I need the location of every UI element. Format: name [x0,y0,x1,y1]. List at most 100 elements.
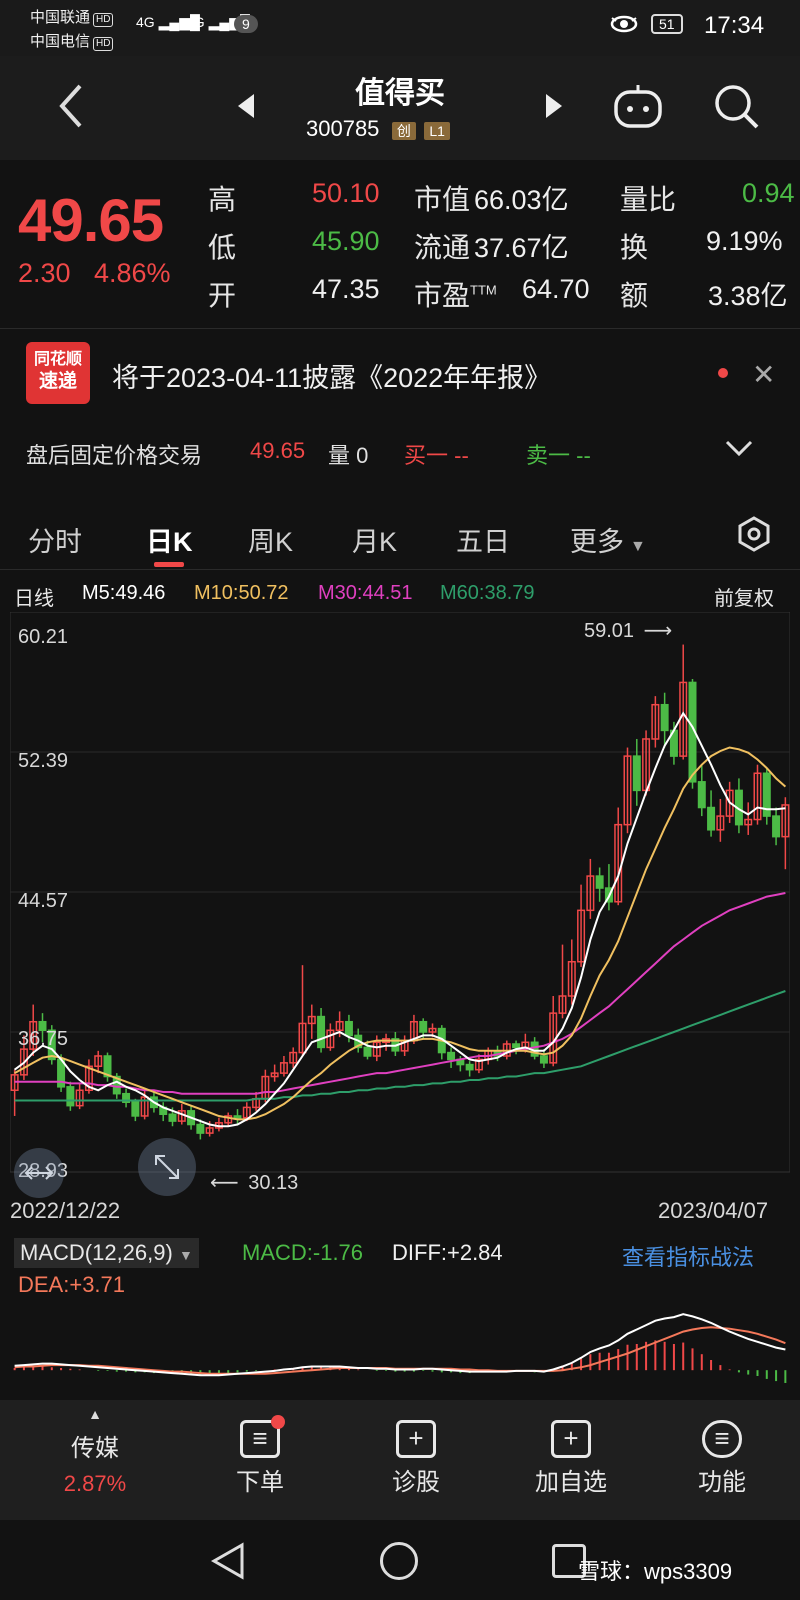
ma60-value: M60:38.79 [440,582,535,604]
date-end: 2023/04/07 [658,1198,769,1223]
home-icon[interactable] [380,1542,418,1580]
close-icon[interactable]: ✕ [752,358,775,391]
mcap-label: 市值 [414,184,471,215]
candle-body [595,875,604,889]
sector-button[interactable]: ▲ 传媒 2.87% [40,1400,150,1497]
back-triangle-icon[interactable] [210,1542,246,1580]
zoom-icon[interactable] [138,1138,196,1196]
battery-icon: 51 [651,14,683,34]
stock-code: 300785 [306,116,380,141]
sector-name: 传媒 [71,1435,119,1462]
tab-daily[interactable]: 日K [146,520,193,559]
mcap-value: 66.03亿 [474,185,569,215]
y-tick-label: 44.57 [18,890,69,912]
notification-count: 9 [234,15,258,33]
after-hours-price: 49.65 [250,438,306,463]
diff-value: DIFF:+2.84 [392,1240,503,1265]
candle-body [772,815,781,838]
candle-body [196,1123,205,1134]
tab-more[interactable]: 更多 ▼ [570,520,646,559]
eye-icon [610,14,638,34]
tab-intraday[interactable]: 分时 [28,520,82,559]
period-tabs: 分时 日K 周K 月K 五日 更多 ▼ [0,500,800,570]
bottom-nav: ▲ 传媒 2.87% ≡ 下单 + 诊股 + 加自选 ≡ 功能 [0,1400,800,1520]
search-icon[interactable] [712,82,762,132]
ask-one: 卖一 -- [526,443,591,468]
low-value: 45.90 [312,226,380,256]
ma10-value: M10:50.72 [194,582,289,604]
high-value: 50.10 [312,178,380,208]
candle-body [419,1020,428,1033]
adjust-selector[interactable]: 前复权 [714,582,774,611]
after-hours-volume: 量 0 [328,443,369,468]
dea-value: DEA:+3.71 [18,1272,126,1297]
candle-body [660,703,669,732]
candle-body [697,781,706,809]
y-tick-label: 36.75 [18,1028,69,1050]
candle-body [131,1101,140,1117]
watermark: 雪球：wps3309 [578,1559,733,1584]
volume-ratio-value: 0.94 [742,178,795,208]
ma5-value: M5:49.46 [82,582,166,604]
candle-body [447,1051,456,1061]
sector-change: 2.87% [63,1471,127,1496]
ma10-line [14,746,787,1121]
robot-icon[interactable] [612,82,664,130]
candle-body [363,1046,372,1057]
volume-ratio-label: 量比 [620,184,677,215]
indicator-strategy-link[interactable]: 查看指标战法 [622,1240,754,1272]
tonghuashun-logo: 同花顺 速递 [26,342,90,404]
settings-icon[interactable] [736,516,772,552]
menu-icon: ≡ [702,1420,742,1458]
stock-name: 值得买 [355,77,445,110]
turnover-label: 换 [620,232,649,263]
after-hours-row[interactable]: 盘后固定价格交易 49.65 量 0 买一 -- 卖一 -- [0,426,800,486]
clock: 17:34 [704,12,765,39]
after-hours-label: 盘后固定价格交易 [26,443,203,468]
turnover-value: 9.19% [706,226,783,256]
price-change: 2.30 [18,258,71,288]
tab-weekly[interactable]: 周K [248,520,293,559]
diff-line [14,1313,786,1377]
y-tick-label: 52.39 [18,750,69,772]
order-button[interactable]: ≡ 下单 [210,1400,310,1497]
chevron-down-icon[interactable] [724,438,754,458]
kline-chart[interactable] [10,612,790,1192]
float-value: 37.67亿 [474,233,569,263]
candle-body [512,1043,521,1049]
macd-chart [13,1313,787,1383]
candle-body [539,1055,548,1064]
add-favorite-button[interactable]: + 加自选 [516,1400,626,1497]
candle-body [344,1020,353,1037]
high-marker: 59.01 ⟶ [584,620,673,642]
candle-body [168,1113,177,1122]
candle-body [317,1015,326,1049]
carrier-2: 中国电信 HD [30,30,114,51]
diagnose-button[interactable]: + 诊股 [366,1400,466,1497]
diagnose-icon: + [396,1420,436,1458]
candle-body [465,1063,474,1071]
functions-button[interactable]: ≡ 功能 [672,1400,772,1497]
system-nav: 雪球：wps3309 [0,1520,800,1600]
ma-legend: 日线 M5:49.46 M10:50.72 M30:44.51 M60:38.7… [0,580,800,610]
order-icon: ≡ [240,1415,285,1458]
expand-icon[interactable] [14,1148,64,1198]
macd-selector[interactable]: MACD(12,26,9) ▼ [14,1238,199,1268]
candle-body [632,755,641,792]
price-change-pct: 4.86% [94,258,171,288]
open-value: 47.35 [312,274,380,304]
tab-five-day[interactable]: 五日 [456,520,510,559]
next-stock-icon[interactable] [544,92,564,120]
stock-header: 值得买 300785 创 L1 [0,56,800,160]
unread-dot [718,368,728,378]
notice-banner[interactable]: 同花顺 速递 将于2023-04-11披露《2022年年报》 ✕ [0,338,800,408]
caret-up-icon: ▲ [88,1406,102,1422]
ma5-line [14,711,786,1128]
tab-monthly[interactable]: 月K [352,520,397,559]
amount-label: 额 [620,280,649,311]
candle-body [233,1115,242,1119]
divider [0,328,800,329]
open-label: 开 [208,280,237,311]
quote-panel: 49.65 2.30 4.86% 高 50.10 低 45.90 开 47.35… [0,160,800,311]
low-label: 低 [208,232,237,263]
